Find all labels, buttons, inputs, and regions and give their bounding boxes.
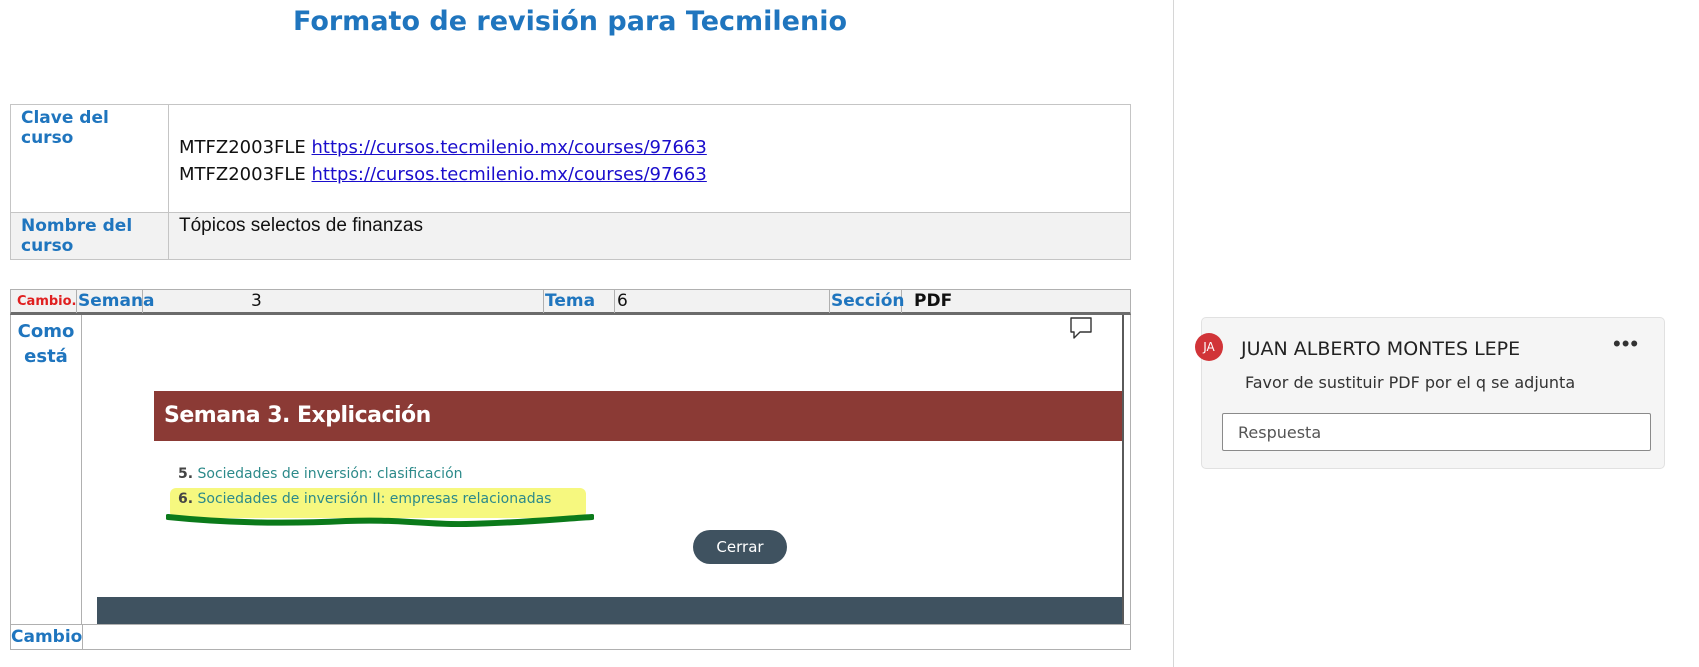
course-code: MTFZ2003FLE — [179, 164, 306, 185]
list-item: 6. Sociedades de inversión II: empresas … — [178, 491, 551, 507]
underline-mark — [166, 514, 594, 527]
current-state-label-cell: Como está — [10, 315, 82, 624]
reply-input[interactable] — [1222, 413, 1651, 451]
close-button: Cerrar — [693, 530, 787, 564]
course-info-table: Clave del curso MTFZ2003FLE https://curs… — [10, 104, 1131, 260]
document-page: Formato de revisión para Tecmilenio Clav… — [0, 0, 1173, 667]
section-label: Sección — [831, 290, 905, 313]
review-table: Cambio. Semana 3 Tema 6 Sección PDF Como… — [10, 289, 1131, 650]
course-link[interactable]: https://cursos.tecmilenio.mx/courses/976… — [312, 164, 707, 185]
current-state-content: Semana 3. Explicación 5. Sociedades de i… — [82, 315, 1131, 624]
list-item-text: Sociedades de inversión: clasificación — [197, 466, 463, 482]
course-link[interactable]: https://cursos.tecmilenio.mx/courses/976… — [312, 137, 707, 158]
course-code-row: Clave del curso MTFZ2003FLE https://curs… — [10, 104, 1131, 213]
course-name-value: Tópicos selectos de finanzas — [168, 212, 1131, 260]
topic-label: Tema — [544, 290, 615, 313]
avatar: JA — [1195, 333, 1223, 361]
list-item: 5. Sociedades de inversión: clasificació… — [178, 466, 463, 482]
course-code-value: MTFZ2003FLE https://cursos.tecmilenio.mx… — [168, 104, 1131, 213]
embedded-screenshot: Semana 3. Explicación 5. Sociedades de i… — [82, 315, 1124, 624]
topic-value: 6 — [615, 290, 830, 313]
section-value: PDF — [914, 291, 953, 311]
course-name-label: Nombre del curso — [10, 212, 169, 260]
change-row: Cambio — [10, 624, 1131, 650]
change-tag: Cambio. — [11, 290, 77, 313]
current-state-label: Como está — [17, 321, 75, 367]
comment-author: JUAN ALBERTO MONTES LEPE — [1241, 338, 1521, 360]
list-item-text: Sociedades de inversión II: empresas rel… — [197, 491, 552, 507]
review-header-row: Cambio. Semana 3 Tema 6 Sección PDF — [10, 289, 1131, 315]
week-value: 3 — [143, 290, 544, 313]
course-code-line: MTFZ2003FLE https://cursos.tecmilenio.mx… — [179, 134, 1120, 161]
week-label: Semana — [78, 290, 155, 313]
course-code: MTFZ2003FLE — [179, 137, 306, 158]
comment-icon[interactable] — [1068, 315, 1094, 341]
more-options-icon[interactable]: ••• — [1613, 333, 1639, 355]
document-title: Formato de revisión para Tecmilenio — [292, 6, 848, 37]
course-code-line: MTFZ2003FLE https://cursos.tecmilenio.mx… — [179, 161, 1120, 188]
list-item-number: 6. — [178, 491, 194, 507]
course-code-label: Clave del curso — [10, 104, 169, 213]
comment-text: Favor de sustituir PDF por el q se adjun… — [1245, 373, 1576, 392]
course-name-row: Nombre del curso Tópicos selectos de fin… — [10, 212, 1131, 260]
screenshot-footer-bar — [97, 597, 1122, 624]
list-item-number: 5. — [178, 466, 194, 482]
change-label: Cambio — [11, 625, 83, 649]
week-banner: Semana 3. Explicación — [154, 391, 1122, 441]
